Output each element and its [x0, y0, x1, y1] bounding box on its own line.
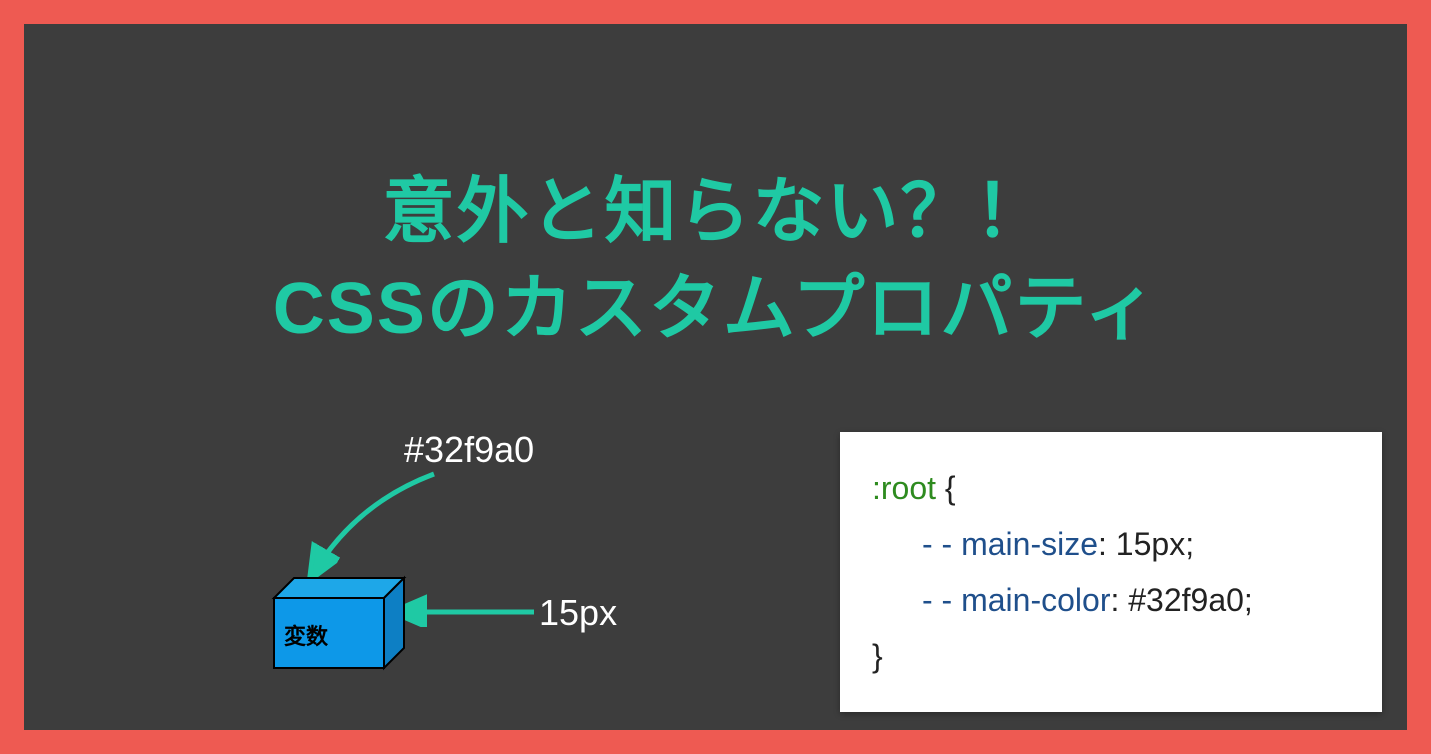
code-line: - - main-color: #32f9a0;: [872, 572, 1350, 628]
code-line: - - main-size: 15px;: [872, 516, 1350, 572]
box-icon: [254, 574, 414, 694]
variable-diagram: #32f9a0 15px: [204, 424, 724, 724]
code-line: }: [872, 628, 1350, 684]
title-line-1: 意外と知らない？！: [382, 172, 1048, 252]
code-brace-open: {: [936, 470, 956, 506]
title-line-2: CSSのカスタムプロパティ: [273, 269, 1158, 349]
code-selector: :root: [872, 470, 936, 506]
code-prop: - - main-color: [922, 582, 1110, 618]
code-brace-close: }: [872, 638, 883, 674]
code-value: 15px: [1116, 526, 1185, 562]
page-title: 意外と知らない？！ CSSのカスタムプロパティ: [24, 164, 1407, 358]
box-label: 変数: [284, 619, 328, 651]
code-line: :root {: [872, 460, 1350, 516]
slide: 意外と知らない？！ CSSのカスタムプロパティ #32f9a0 15px: [24, 24, 1407, 730]
code-value: #32f9a0: [1128, 582, 1244, 618]
px-value-label: 15px: [539, 592, 617, 634]
code-prop: - - main-size: [922, 526, 1098, 562]
code-snippet: :root { - - main-size: 15px; - - main-co…: [840, 432, 1382, 712]
